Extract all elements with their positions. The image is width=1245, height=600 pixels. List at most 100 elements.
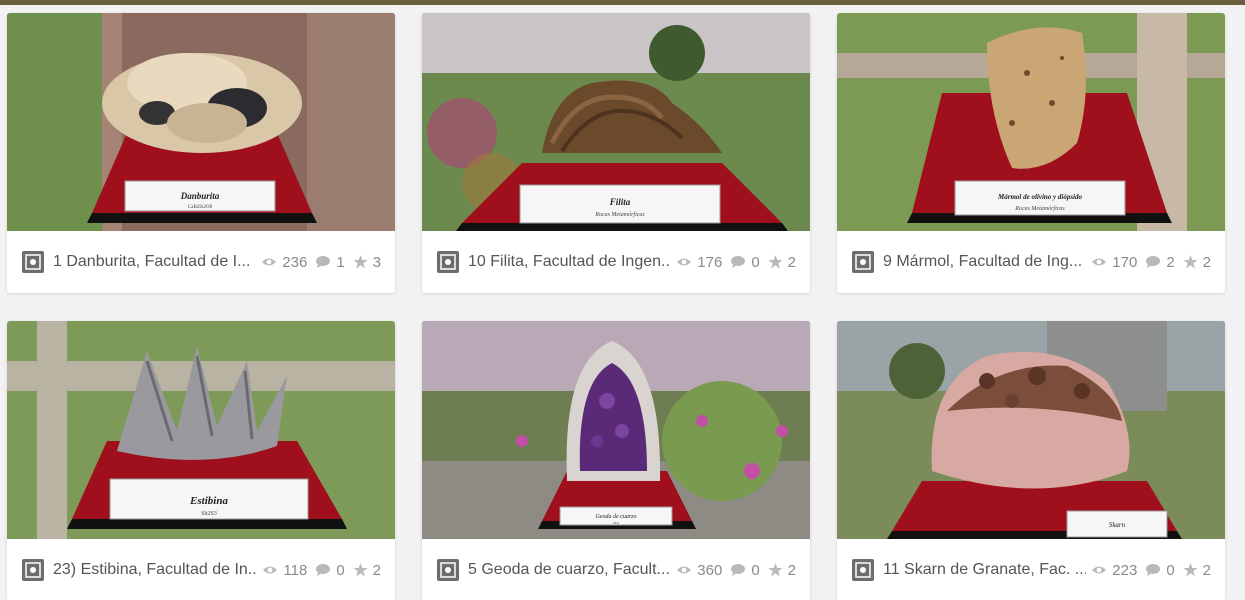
- thumbnail-scene: Geoda de cuarzo SiO2: [422, 321, 810, 539]
- likes-count: 2: [1183, 254, 1211, 271]
- comments-count: 0: [315, 561, 345, 579]
- model-title[interactable]: 10 Filita, Facultad de Ingen...: [468, 253, 671, 271]
- unam-logo-icon[interactable]: [437, 559, 459, 581]
- unam-logo-icon[interactable]: [22, 559, 44, 581]
- model-thumbnail[interactable]: Estibina Sb2S3: [7, 321, 395, 539]
- comment-icon: [731, 256, 746, 268]
- comments-count: 0: [730, 561, 760, 579]
- model-title[interactable]: 9 Mármol, Facultad de Ing...: [883, 253, 1086, 271]
- views-value: 170: [1112, 253, 1138, 271]
- likes-value: 2: [787, 561, 796, 579]
- views-count: 360: [676, 562, 722, 579]
- model-card[interactable]: Estibina Sb2S3 23) Estibina, Facultad de…: [7, 321, 395, 600]
- model-title[interactable]: 1 Danburita, Facultad de I...: [53, 253, 256, 271]
- model-stats: 223 0 2: [1091, 562, 1211, 579]
- views-value: 176: [697, 253, 723, 271]
- views-count: 118: [262, 562, 307, 579]
- likes-count: 2: [353, 562, 381, 579]
- views-count: 236: [261, 254, 307, 271]
- label-formula: Rocas Metamórficas: [1014, 205, 1065, 212]
- views-count: 223: [1091, 562, 1137, 579]
- model-thumbnail[interactable]: Danburita CaB2Si2O8: [7, 13, 395, 231]
- unam-logo-icon[interactable]: [437, 251, 459, 273]
- unam-logo-icon[interactable]: [22, 251, 44, 273]
- star-icon: [1183, 563, 1198, 577]
- model-meta: 10 Filita, Facultad de Ingen... 176 0 2: [422, 231, 810, 293]
- model-meta: 11 Skarn de Granate, Fac. ... 223 0 2: [837, 539, 1225, 600]
- comments-count: 2: [1145, 253, 1175, 271]
- likes-count: 2: [768, 254, 796, 271]
- star-icon: [768, 563, 783, 577]
- thumbnail-scene: Estibina Sb2S3: [7, 321, 395, 539]
- star-icon: [1183, 255, 1198, 269]
- model-stats: 170 2 2: [1091, 254, 1211, 271]
- likes-count: 2: [1183, 562, 1211, 579]
- comments-value: 2: [1166, 253, 1175, 271]
- model-card[interactable]: Skarn 11 Skarn de Granate, Fac. ... 223: [837, 321, 1225, 600]
- label-name: Mármol de olivino y diópsido: [997, 193, 1083, 201]
- model-stats: 176 0 2: [676, 254, 796, 271]
- model-thumbnail[interactable]: Geoda de cuarzo SiO2: [422, 321, 810, 539]
- views-value: 360: [697, 561, 723, 579]
- comment-icon: [1146, 256, 1161, 268]
- comment-icon: [1146, 564, 1161, 576]
- star-icon: [353, 255, 368, 269]
- star-icon: [353, 563, 368, 577]
- views-value: 223: [1112, 561, 1138, 579]
- likes-value: 2: [787, 253, 796, 271]
- unam-logo-icon[interactable]: [852, 251, 874, 273]
- views-count: 170: [1091, 254, 1137, 271]
- eye-icon: [263, 566, 278, 574]
- likes-value: 2: [1202, 253, 1211, 271]
- eye-icon: [677, 566, 692, 574]
- model-stats: 236 1 3: [261, 254, 381, 271]
- top-bar: [0, 0, 1245, 5]
- likes-value: 2: [372, 561, 381, 579]
- model-meta: 9 Mármol, Facultad de Ing... 170 2 2: [837, 231, 1225, 293]
- comments-count: 1: [315, 254, 345, 271]
- model-thumbnail[interactable]: Skarn: [837, 321, 1225, 539]
- model-title[interactable]: 23) Estibina, Facultad de In...: [53, 561, 256, 579]
- model-title[interactable]: 11 Skarn de Granate, Fac. ...: [883, 561, 1086, 579]
- model-grid: Danburita CaB2Si2O8 1 Danburita, Faculta…: [7, 13, 1225, 600]
- comments-value: 0: [751, 561, 760, 579]
- comments-value: 0: [336, 561, 345, 579]
- thumbnail-scene: Filita Rocas Metamórficas: [422, 13, 810, 231]
- thumbnail-scene: Mármol de olivino y diópsido Rocas Metam…: [837, 13, 1225, 231]
- eye-icon: [262, 258, 277, 266]
- unam-logo-icon[interactable]: [852, 559, 874, 581]
- model-thumbnail[interactable]: Filita Rocas Metamórficas: [422, 13, 810, 231]
- eye-icon: [677, 258, 692, 266]
- views-value: 236: [282, 253, 308, 271]
- comment-icon: [316, 564, 331, 576]
- label-name: Danburita: [180, 191, 220, 201]
- comments-value: 0: [1166, 561, 1175, 579]
- model-title[interactable]: 5 Geoda de cuarzo, Facult...: [468, 561, 671, 579]
- model-stats: 118 0 2: [262, 562, 381, 579]
- model-card[interactable]: Filita Rocas Metamórficas 10 Filita, Fac…: [422, 13, 810, 293]
- likes-count: 3: [353, 254, 381, 271]
- views-value: 118: [283, 561, 308, 579]
- comment-icon: [731, 564, 746, 576]
- label-formula: CaB2Si2O8: [188, 205, 213, 210]
- label-formula: SiO2: [613, 521, 620, 525]
- model-meta: 1 Danburita, Facultad de I... 236 1 3: [7, 231, 395, 293]
- thumbnail-scene: Skarn: [837, 321, 1225, 539]
- comments-count: 0: [1145, 561, 1175, 579]
- label-name: Geoda de cuarzo: [596, 514, 637, 520]
- star-icon: [768, 255, 783, 269]
- model-card[interactable]: Mármol de olivino y diópsido Rocas Metam…: [837, 13, 1225, 293]
- comments-value: 0: [751, 253, 760, 271]
- eye-icon: [1092, 258, 1107, 266]
- label-formula: Sb2S3: [201, 511, 217, 517]
- comment-icon: [316, 256, 331, 268]
- model-stats: 360 0 2: [676, 562, 796, 579]
- label-formula: Rocas Metamórficas: [594, 211, 645, 218]
- label-name: Filita: [609, 197, 631, 207]
- comments-count: 0: [730, 253, 760, 271]
- views-count: 176: [676, 254, 722, 271]
- model-card[interactable]: Danburita CaB2Si2O8 1 Danburita, Faculta…: [7, 13, 395, 293]
- model-meta: 5 Geoda de cuarzo, Facult... 360 0 2: [422, 539, 810, 600]
- model-card[interactable]: Geoda de cuarzo SiO2 5 Geoda de cuarzo, …: [422, 321, 810, 600]
- model-thumbnail[interactable]: Mármol de olivino y diópsido Rocas Metam…: [837, 13, 1225, 231]
